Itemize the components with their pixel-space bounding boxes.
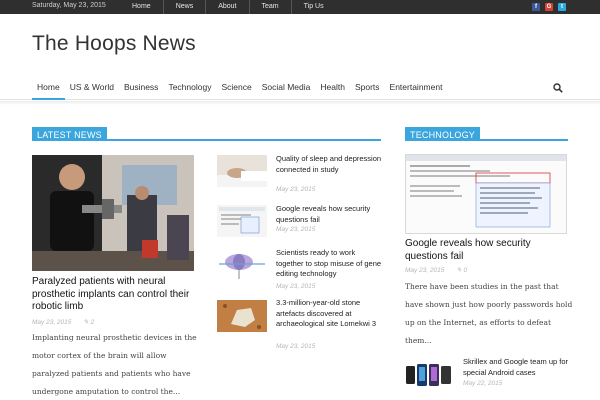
latest-news-heading: LATEST NEWS [32,125,381,141]
top-bar: Saturday, May 23, 2015 Home News About T… [0,0,600,14]
featured-article-image[interactable] [32,155,194,271]
technology-featured-title[interactable]: Google reveals how security questions fa… [405,238,570,263]
nav-item-entertainment[interactable]: Entertainment [385,76,448,100]
article-date: May 23, 2015 [276,186,316,193]
top-nav-news[interactable]: News [162,0,206,14]
nav-item-home[interactable]: Home [32,76,65,100]
article-title[interactable]: 3.3-million-year-old stone artefacts dis… [276,298,384,330]
nav-item-sports[interactable]: Sports [350,76,385,100]
article-thumb-artefacts[interactable] [217,300,267,332]
top-nav-tip-us[interactable]: Tip Us [290,0,336,14]
search-icon[interactable] [553,83,563,93]
nav-item-science[interactable]: Science [216,76,256,100]
nav-shadow [0,101,600,105]
article-title[interactable]: Google reveals how security questions fa… [276,204,384,225]
nav-item-us-world[interactable]: US & World [65,76,119,100]
top-nav-team[interactable]: Team [248,0,291,14]
facebook-icon[interactable]: f [532,3,540,11]
technology-comment-count[interactable]: 0 [463,267,467,274]
featured-article-date: May 23, 2015 [32,319,72,326]
article-title[interactable]: Scientists ready to work together to sto… [276,248,384,280]
article-thumb-gene[interactable] [217,248,267,280]
featured-article-title[interactable]: Paralyzed patients with neural prostheti… [32,276,207,314]
social-links: f G t [532,3,566,11]
top-nav: Home News About Team Tip Us [120,0,336,14]
featured-article-meta: May 23, 2015 ✎ 2 [32,318,94,326]
technology-featured-meta: May 23, 2015 ✎ 0 [405,266,467,274]
article-title[interactable]: Quality of sleep and depression connecte… [276,154,384,175]
featured-comment-count[interactable]: 2 [90,319,94,326]
article-thumb-sleep[interactable] [217,155,267,187]
article-thumb-security[interactable] [217,205,267,237]
technology-label[interactable]: TECHNOLOGY [405,127,481,141]
top-nav-home[interactable]: Home [120,0,163,14]
comment-icon: ✎ [456,267,462,274]
twitter-icon[interactable]: t [558,3,566,11]
article-date: May 23, 2015 [276,226,316,233]
nav-item-business[interactable]: Business [119,76,164,100]
article-date: May 23, 2015 [276,283,316,290]
nav-item-health[interactable]: Health [315,76,350,100]
main-nav: Home US & World Business Technology Scie… [0,76,600,100]
top-nav-about[interactable]: About [205,0,248,14]
nav-item-technology[interactable]: Technology [163,76,216,100]
google-plus-icon[interactable]: G [545,3,553,11]
article-title[interactable]: Skrillex and Google team up for special … [463,357,575,378]
technology-featured-image[interactable] [405,154,567,234]
current-date: Saturday, May 23, 2015 [32,2,106,9]
site-title[interactable]: The Hoops News [32,32,196,56]
comment-icon: ✎ [83,319,89,326]
nav-item-social-media[interactable]: Social Media [257,76,316,100]
article-date: May 22, 2015 [463,380,503,387]
article-date: May 23, 2015 [276,343,316,350]
latest-news-label[interactable]: LATEST NEWS [32,127,107,141]
featured-article-excerpt: Implanting neural prosthetic devices in … [32,333,197,396]
technology-featured-date: May 23, 2015 [405,267,445,274]
technology-featured-excerpt: There have been studies in the past that… [405,282,573,345]
article-thumb-android-cases[interactable] [405,360,455,390]
technology-heading: TECHNOLOGY [405,125,568,141]
